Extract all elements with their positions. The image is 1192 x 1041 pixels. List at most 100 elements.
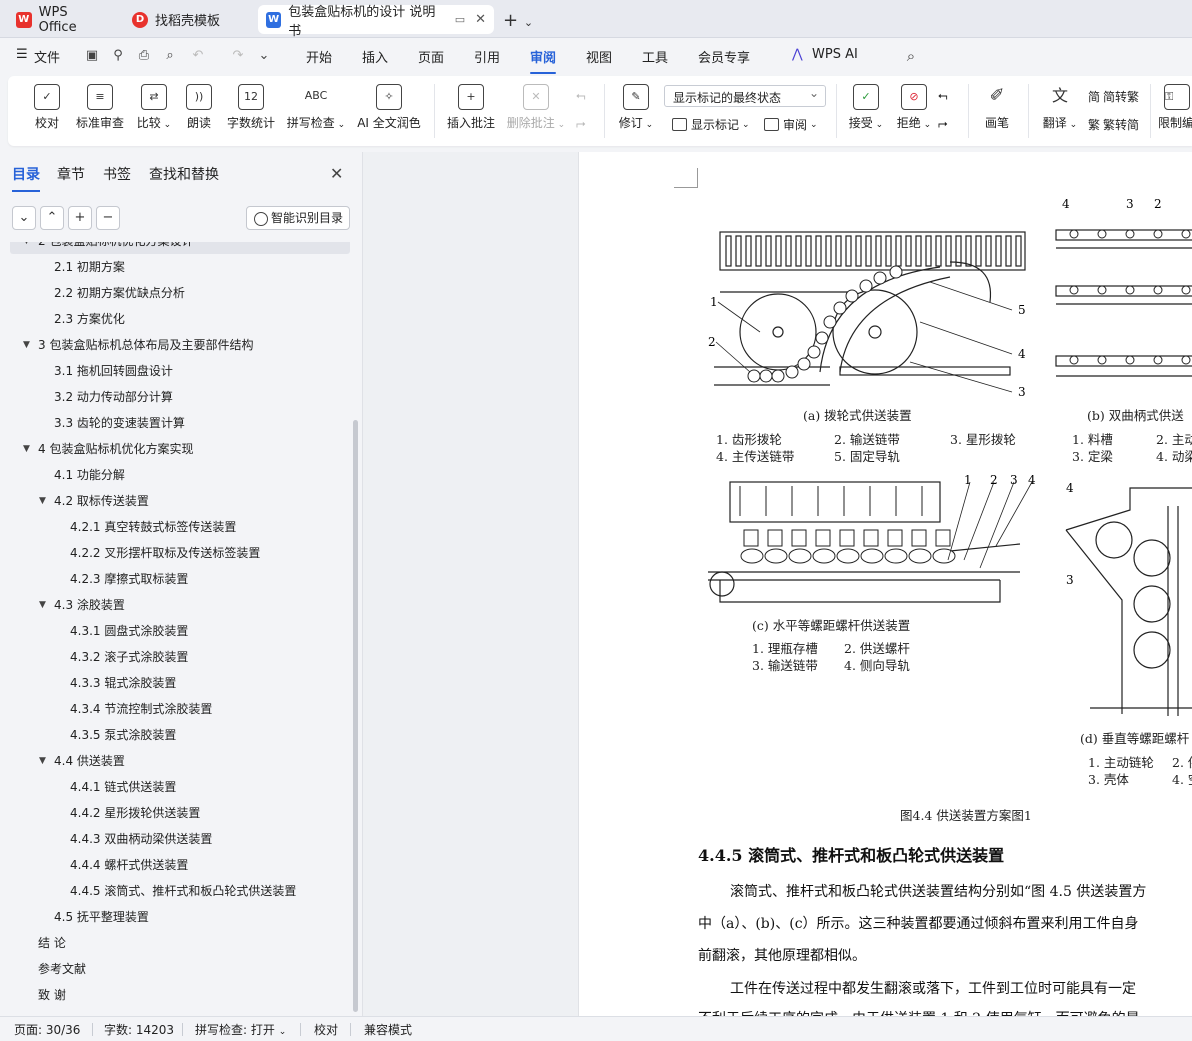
new-tab-icon[interactable]: + ⌄ <box>503 10 533 31</box>
menu-view[interactable]: 视图 <box>586 47 612 66</box>
toc-item[interactable]: 3.2 动力传动部分计算 <box>0 384 340 410</box>
translate-button[interactable]: 文翻译 ⌄ <box>1040 84 1080 131</box>
toc-item[interactable]: 4.4.2 星形拨轮供送装置 <box>0 800 340 826</box>
print-preview-icon[interactable]: ⌕ <box>162 48 178 64</box>
toc-item[interactable]: ▼ 3 包装盒贴标机总体布局及主要部件结构 <box>0 332 340 358</box>
toc-item[interactable]: 4.3.3 辊式涂胶装置 <box>0 670 340 696</box>
wps-ai-icon[interactable]: ⋀ <box>792 47 803 62</box>
close-icon[interactable]: ✕ <box>475 12 486 27</box>
tab-find-replace[interactable]: 查找和替换 <box>149 164 219 184</box>
toc-item[interactable]: 结 论 <box>0 930 340 956</box>
page-indicator[interactable]: 页面: 30/36 <box>14 1021 80 1038</box>
pen-button[interactable]: ✐ 画笔 <box>982 84 1012 131</box>
markup-display-select[interactable]: 显示标记的最终状态 <box>664 85 826 107</box>
tab-current-document[interactable]: W 包装盒贴标机的设计 说明书 ▭ ✕ <box>258 5 494 39</box>
prev-change-icon[interactable]: ⮢ <box>938 88 948 103</box>
toc-item[interactable]: 2.3 方案优化 <box>0 306 340 332</box>
word-count-indicator[interactable]: 字数: 14203 <box>104 1021 174 1038</box>
menu-review[interactable]: 审阅 <box>530 47 557 74</box>
toc-item[interactable]: 4.4.1 链式供送装置 <box>0 774 340 800</box>
toc-item[interactable]: 4.2.3 摩擦式取标装置 <box>0 566 340 592</box>
toc-item[interactable]: ▼ 4.4 供送装置 <box>0 748 340 774</box>
toc-item[interactable]: 4.3.1 圆盘式涂胶装置 <box>0 618 340 644</box>
insert-comment-button[interactable]: + 插入批注 <box>446 84 496 131</box>
chevron-down-icon[interactable]: ▼ <box>39 748 46 774</box>
menu-wps-ai[interactable]: WPS AI <box>812 47 858 62</box>
toc-item[interactable]: 3.1 拖机回转圆盘设计 <box>0 358 340 384</box>
toc-item[interactable]: 2.2 初期方案优缺点分析 <box>0 280 340 306</box>
search-icon[interactable]: ⌕ <box>903 48 919 64</box>
chevron-down-icon[interactable]: ⌄ <box>256 48 272 64</box>
show-markup-button[interactable]: 显示标记 ⌄ <box>672 116 750 133</box>
next-change-icon[interactable]: ⮣ <box>938 116 948 131</box>
read-aloud-button[interactable]: )) 朗读 <box>184 84 214 131</box>
to-traditional-button[interactable]: 简简转繁 <box>1088 88 1139 105</box>
menu-home[interactable]: 开始 <box>306 47 332 66</box>
menu-insert[interactable]: 插入 <box>362 47 388 66</box>
add-heading-button[interactable]: + <box>68 206 92 230</box>
accept-button[interactable]: ✓ 接受 ⌄ <box>846 84 886 131</box>
tab-toc[interactable]: 目录 <box>12 164 40 192</box>
restrict-edit-button[interactable]: ⚿ 限制编 <box>1158 84 1192 131</box>
tab-bookmarks[interactable]: 书签 <box>103 164 131 184</box>
toc-item[interactable]: 参考文献 <box>0 956 340 982</box>
toc-item[interactable]: 2.1 初期方案 <box>0 254 340 280</box>
track-changes-button[interactable]: ✎ 修订 ⌄ <box>616 84 656 131</box>
hamburger-icon[interactable]: ☰ <box>16 47 28 62</box>
toc-item[interactable]: 4.3.2 滚子式涂胶装置 <box>0 644 340 670</box>
menu-references[interactable]: 引用 <box>474 47 500 66</box>
toc-item[interactable]: 4.4.4 螺杆式供送装置 <box>0 852 340 878</box>
expand-up-button[interactable]: ⌃ <box>40 206 64 230</box>
toc-item[interactable]: 4.1 功能分解 <box>0 462 340 488</box>
collapse-all-button[interactable]: ⌄ <box>12 206 36 230</box>
ai-polish-button[interactable]: ✧ AI 全文润色 <box>356 84 422 131</box>
toc-item[interactable]: 4.4.3 双曲柄动梁供送装置 <box>0 826 340 852</box>
link-icon[interactable]: ⚲ <box>110 48 126 64</box>
spell-check-indicator[interactable]: 拼写检查: 打开 ⌄ <box>195 1021 286 1038</box>
standard-review-button[interactable]: ≡ 标准审查 <box>74 84 126 131</box>
menu-membership[interactable]: 会员专享 <box>698 47 750 66</box>
to-simplified-button[interactable]: 繁繁转简 <box>1088 116 1139 133</box>
review-pane-button[interactable]: 审阅 ⌄ <box>764 116 818 133</box>
toc-item[interactable]: 4.4.5 滚筒式、推杆式和板凸轮式供送装置 <box>0 878 340 904</box>
compare-button[interactable]: ⇄ 比较 ⌄ <box>134 84 174 131</box>
toc-item[interactable]: 4.5 抚平整理装置 <box>0 904 340 930</box>
remove-heading-button[interactable]: − <box>96 206 120 230</box>
smart-toc-button[interactable]: 智能识别目录 <box>246 206 350 230</box>
toc-item[interactable]: ▼ 4 包装盒贴标机优化方案实现 <box>0 436 340 462</box>
toc-item[interactable]: ▼ 4.2 取标传送装置 <box>0 488 340 514</box>
toc-item[interactable]: 3.3 齿轮的变速装置计算 <box>0 410 340 436</box>
chevron-down-icon[interactable]: ▼ <box>39 592 46 618</box>
toc-item[interactable]: 4.2.2 叉形摆杆取标及传送标签装置 <box>0 540 340 566</box>
proofread-indicator[interactable]: 校对 <box>314 1021 338 1038</box>
menu-page[interactable]: 页面 <box>418 47 444 66</box>
scrollbar[interactable] <box>353 420 358 1012</box>
redo-icon[interactable]: ↷ <box>230 48 246 64</box>
close-icon[interactable]: ✕ <box>330 164 343 183</box>
chevron-down-icon[interactable]: ▼ <box>39 488 46 514</box>
word-count-button[interactable]: 12 字数统计 <box>226 84 276 131</box>
next-comment-icon[interactable]: ⮣ <box>576 116 586 131</box>
toc-item[interactable]: 4.3.5 泵式涂胶装置 <box>0 722 340 748</box>
toc-item[interactable]: 4.3.4 节流控制式涂胶装置 <box>0 696 340 722</box>
reject-button[interactable]: ⊘ 拒绝 ⌄ <box>894 84 934 131</box>
toc-item[interactable]: ▼ 4.3 涂胶装置 <box>0 592 340 618</box>
proofread-button[interactable]: ✓ 校对 <box>32 84 62 131</box>
toc-item[interactable]: ▼ 2 包装盒贴标机优化方案设计 <box>10 242 350 254</box>
chevron-down-icon[interactable]: ▼ <box>23 332 30 358</box>
toc-item[interactable]: 致 谢 <box>0 982 340 1008</box>
chevron-down-icon[interactable]: ▼ <box>23 436 30 462</box>
tab-wps-office[interactable]: W WPS Office <box>8 5 116 35</box>
chevron-down-icon[interactable]: ▼ <box>23 242 30 254</box>
spell-check-button[interactable]: ABC 拼写检查 ⌄ <box>286 84 346 131</box>
save-icon[interactable]: ▣ <box>84 48 100 64</box>
prev-comment-icon[interactable]: ⮢ <box>576 88 586 103</box>
print-icon[interactable]: ⎙ <box>136 48 152 64</box>
menu-file[interactable]: 文件 <box>34 47 60 66</box>
tab-docer-templates[interactable]: D 找稻壳模板 <box>124 5 250 34</box>
delete-comment-button[interactable]: ✕ 删除批注 ⌄ <box>506 84 566 131</box>
toc-item[interactable]: 4.2.1 真空转鼓式标签传送装置 <box>0 514 340 540</box>
monitor-icon[interactable]: ▭ <box>455 13 465 26</box>
undo-icon[interactable]: ↶ <box>190 48 206 64</box>
tab-chapters[interactable]: 章节 <box>57 164 85 184</box>
